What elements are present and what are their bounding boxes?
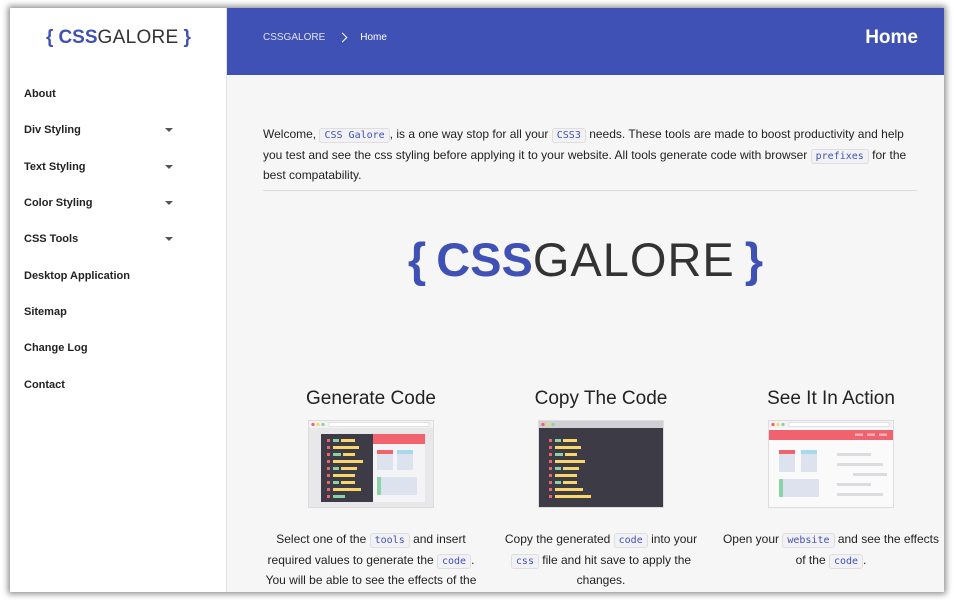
inline-code: code	[828, 553, 864, 569]
card-description: Copy the generated code into your css fi…	[491, 530, 711, 590]
chevron-right-icon	[337, 32, 348, 43]
hero-logo: {CSSGALORE}	[227, 230, 944, 290]
hero-logo-brace-open: {	[407, 233, 427, 286]
breadcrumb-link-home-site[interactable]: CSSGALORE	[263, 32, 325, 43]
card-title: Copy The Code	[534, 388, 668, 409]
caret-down-icon	[165, 237, 173, 242]
intro-text: Welcome,	[263, 127, 320, 141]
see-in-action-illustration	[768, 420, 894, 508]
sidebar-item-contact[interactable]: Contact	[10, 366, 227, 402]
sidebar-item-desktop-application[interactable]: Desktop Application	[10, 257, 227, 293]
top-header: CSSGALORE Home Home	[227, 8, 944, 75]
sidebar-item-label: About	[24, 88, 56, 101]
sidebar: { CSS GALORE } About Div Styling Text St…	[10, 8, 227, 592]
breadcrumb-current: Home	[360, 32, 387, 43]
card-text: into your	[647, 532, 698, 546]
sidebar-item-color-styling[interactable]: Color Styling	[10, 185, 227, 221]
card-description: Open your website and see the effects of…	[721, 530, 941, 571]
feature-card-generate: Generate Code Select one of the tools an…	[261, 388, 481, 592]
sidebar-item-label: Color Styling	[24, 197, 93, 210]
divider	[263, 190, 917, 191]
sidebar-item-label: Desktop Application	[24, 269, 130, 282]
card-title: Generate Code	[306, 388, 436, 409]
caret-down-icon	[165, 201, 173, 206]
breadcrumb: CSSGALORE Home	[263, 32, 387, 43]
sidebar-item-css-tools[interactable]: CSS Tools	[10, 221, 227, 257]
main-content: Welcome, CSS Galore, is a one way stop f…	[227, 75, 944, 592]
inline-code: tools	[369, 533, 410, 548]
sidebar-nav: About Div Styling Text Styling Color Sty…	[10, 76, 227, 403]
sidebar-item-text-styling[interactable]: Text Styling	[10, 149, 227, 185]
inline-code: code	[613, 533, 648, 548]
card-text: Open your	[722, 532, 783, 546]
logo-brace-close: }	[183, 27, 191, 48]
caret-down-icon	[165, 164, 173, 169]
caret-down-icon	[165, 128, 173, 133]
sidebar-item-change-log[interactable]: Change Log	[10, 330, 227, 366]
inline-code: CSS3	[551, 128, 586, 143]
inline-code: code	[437, 553, 472, 569]
inline-code: website	[782, 533, 835, 548]
feature-card-action: See It In Action Open your website and s…	[721, 388, 941, 571]
copy-code-illustration	[538, 420, 664, 508]
site-logo[interactable]: { CSS GALORE }	[10, 8, 227, 68]
inline-code: prefixes	[810, 148, 869, 164]
hero-logo-brace-close: }	[744, 233, 764, 286]
card-text: Select one of the	[276, 532, 370, 546]
intro-text: , is a one way stop for all your	[389, 127, 552, 141]
sidebar-item-sitemap[interactable]: Sitemap	[10, 294, 227, 330]
card-text: file and hit save to apply the changes.	[538, 552, 692, 588]
card-description: Select one of the tools and insert requi…	[261, 530, 481, 592]
inline-code: css	[510, 553, 539, 569]
sidebar-item-label: Contact	[24, 378, 65, 391]
sidebar-item-about[interactable]: About	[10, 76, 227, 112]
logo-light-text: GALORE	[97, 27, 179, 48]
sidebar-item-label: Text Styling	[24, 160, 86, 173]
intro-paragraph: Welcome, CSS Galore, is a one way stop f…	[263, 125, 917, 185]
logo-brace-open: {	[46, 27, 54, 48]
hero-logo-bold: CSS	[436, 233, 533, 286]
browser-window: { CSS GALORE } About Div Styling Text St…	[10, 8, 944, 592]
page-title: Home	[865, 27, 918, 48]
sidebar-item-label: Sitemap	[24, 305, 67, 318]
card-text: .	[863, 552, 867, 567]
feature-card-copy: Copy The Code Copy the generated code in…	[491, 388, 711, 590]
generate-code-illustration	[308, 420, 434, 508]
sidebar-item-label: Div Styling	[24, 124, 81, 137]
sidebar-item-label: CSS Tools	[24, 233, 79, 246]
card-text: Copy the generated	[504, 532, 614, 546]
logo-bold-text: CSS	[58, 27, 98, 48]
hero-logo-light: GALORE	[532, 233, 735, 286]
card-title: See It In Action	[767, 388, 895, 409]
inline-code: CSS Galore	[319, 128, 390, 143]
sidebar-item-div-styling[interactable]: Div Styling	[10, 112, 227, 148]
sidebar-item-label: Change Log	[24, 342, 88, 355]
